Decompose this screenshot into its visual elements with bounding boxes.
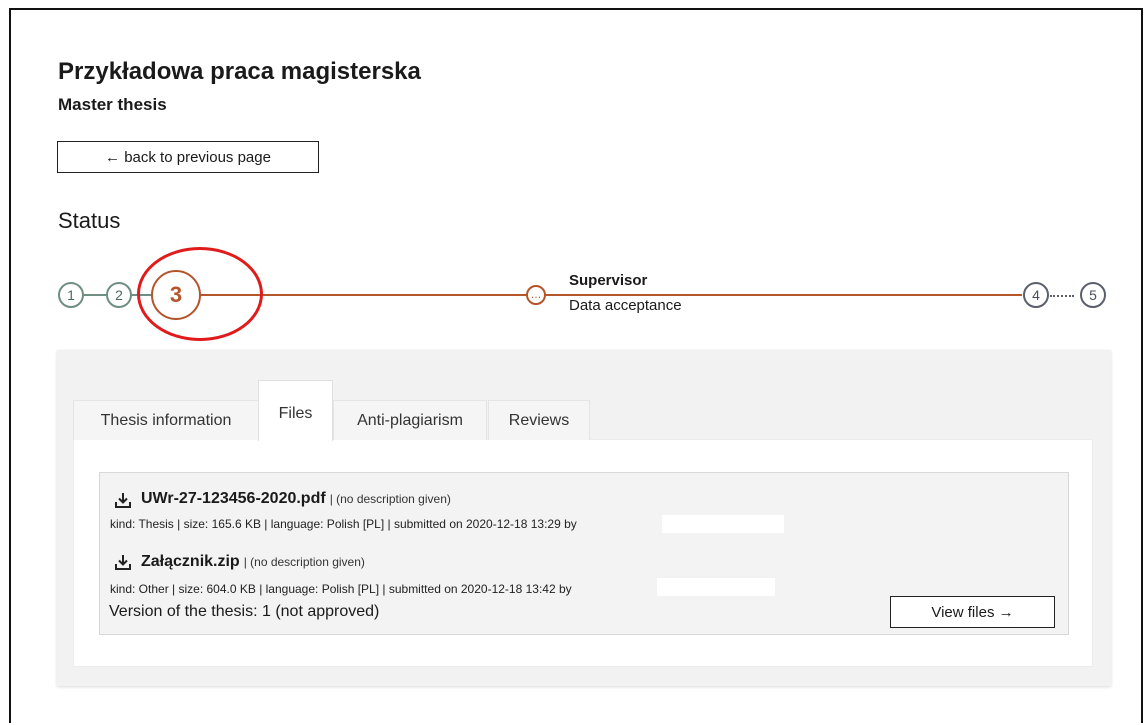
back-button-label: ← back to previous page [105,148,271,166]
redacted-name [662,515,784,533]
thesis-version: Version of the thesis: 1 (not approved) [109,603,380,620]
back-button[interactable]: ← back to previous page [57,141,319,173]
view-files-button[interactable]: View files → [890,596,1055,628]
step-3-current[interactable]: 3 [151,270,201,320]
substep-icon: … [526,285,546,305]
redacted-name [657,578,775,596]
file-link[interactable]: UWr-27-123456-2020.pdf [141,490,326,508]
substep-role: Supervisor [569,272,648,289]
file-link[interactable]: Załącznik.zip [141,553,240,571]
download-icon[interactable] [114,553,132,571]
file-meta: kind: Thesis | size: 165.6 KB | language… [110,517,577,531]
step-connector-4-5 [1050,295,1074,297]
status-heading: Status [58,208,121,233]
substep-name: Data acceptance [569,297,682,314]
step-2[interactable]: 2 [106,282,132,308]
step-connector-1-2 [83,294,106,296]
step-1[interactable]: 1 [58,282,84,308]
step-connector-2-3 [131,294,152,296]
step-4[interactable]: 4 [1023,282,1049,308]
step-progress-line-2 [545,294,1022,296]
download-icon[interactable] [114,491,132,509]
tab-anti-plagiarism[interactable]: Anti-plagiarism [333,400,487,440]
tab-files[interactable]: Files [258,380,333,441]
file-description: | (no description given) [243,555,365,569]
list-item: Załącznik.zip | (no description given) [141,553,365,571]
file-meta: kind: Other | size: 604.0 KB | language:… [110,582,572,596]
tab-reviews[interactable]: Reviews [488,400,590,440]
step-5[interactable]: 5 [1080,282,1106,308]
page-title: Przykładowa praca magisterska [58,58,421,85]
file-description: | (no description given) [329,492,451,506]
page-subtitle: Master thesis [58,95,167,114]
tab-thesis-information[interactable]: Thesis information [73,400,259,440]
step-progress-line [200,294,527,296]
view-files-label: View files → [931,603,1014,621]
list-item: UWr-27-123456-2020.pdf | (no description… [141,490,451,508]
